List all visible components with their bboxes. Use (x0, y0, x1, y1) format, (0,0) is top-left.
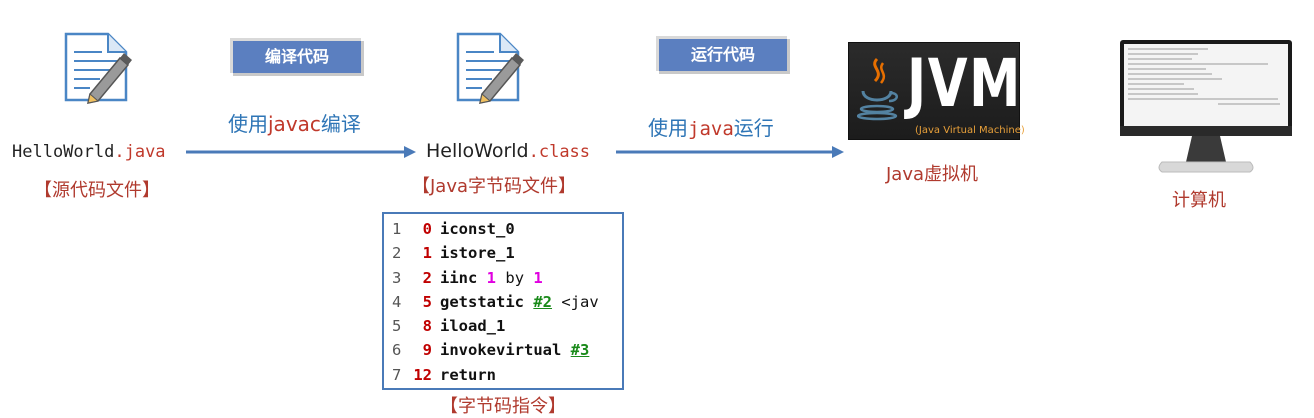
source-file-icon (64, 32, 132, 104)
java-cup-icon (857, 57, 898, 121)
jvm-logo-subtitle: (Java Virtual Machine) (915, 125, 1025, 136)
bytecode-line: 2 1 istore_1 (392, 244, 515, 263)
compile-caption: 使用javac编译 (228, 112, 361, 136)
run-caption: 使用java运行 (648, 116, 774, 140)
bytecode-line: 1 0 iconst_0 (392, 220, 515, 238)
bytecode-line: 6 9 invokevirtual #3 (392, 341, 590, 360)
run-step-badge: 运行代码 (656, 36, 787, 71)
jvm-caption: Java虚拟机 (886, 164, 979, 185)
bytecode-line: 7 12 return (392, 365, 496, 384)
class-file-name: HelloWorld.class (426, 140, 591, 162)
bytecode-line: 3 2 iinc 1 by 1 (392, 268, 543, 287)
jvm-logo: JVM (Java Virtual Machine) (848, 42, 1025, 140)
bytecode-line: 4 5 getstatic #2 <jav (392, 292, 599, 311)
source-file-name: HelloWorld.java (12, 142, 166, 162)
jvm-logo-text: JVM (907, 45, 1022, 122)
bytecode-listing: 1 0 iconst_0 2 1 istore_1 3 2 iinc 1 by 1 4 5 ge… (382, 212, 624, 390)
computer-monitor-icon (1120, 40, 1292, 173)
bytecode-line: 5 8 iload_1 (392, 317, 506, 336)
compile-arrow (186, 146, 416, 158)
compile-step-badge: 编译代码 (230, 38, 361, 73)
run-arrow (616, 146, 844, 158)
bytecode-caption: 【字节码指令】 (440, 396, 566, 417)
class-file-icon (456, 32, 524, 104)
source-file-caption: 【源代码文件】 (34, 180, 160, 201)
computer-caption: 计算机 (1172, 190, 1226, 211)
class-file-caption: 【Java字节码文件】 (412, 176, 577, 197)
